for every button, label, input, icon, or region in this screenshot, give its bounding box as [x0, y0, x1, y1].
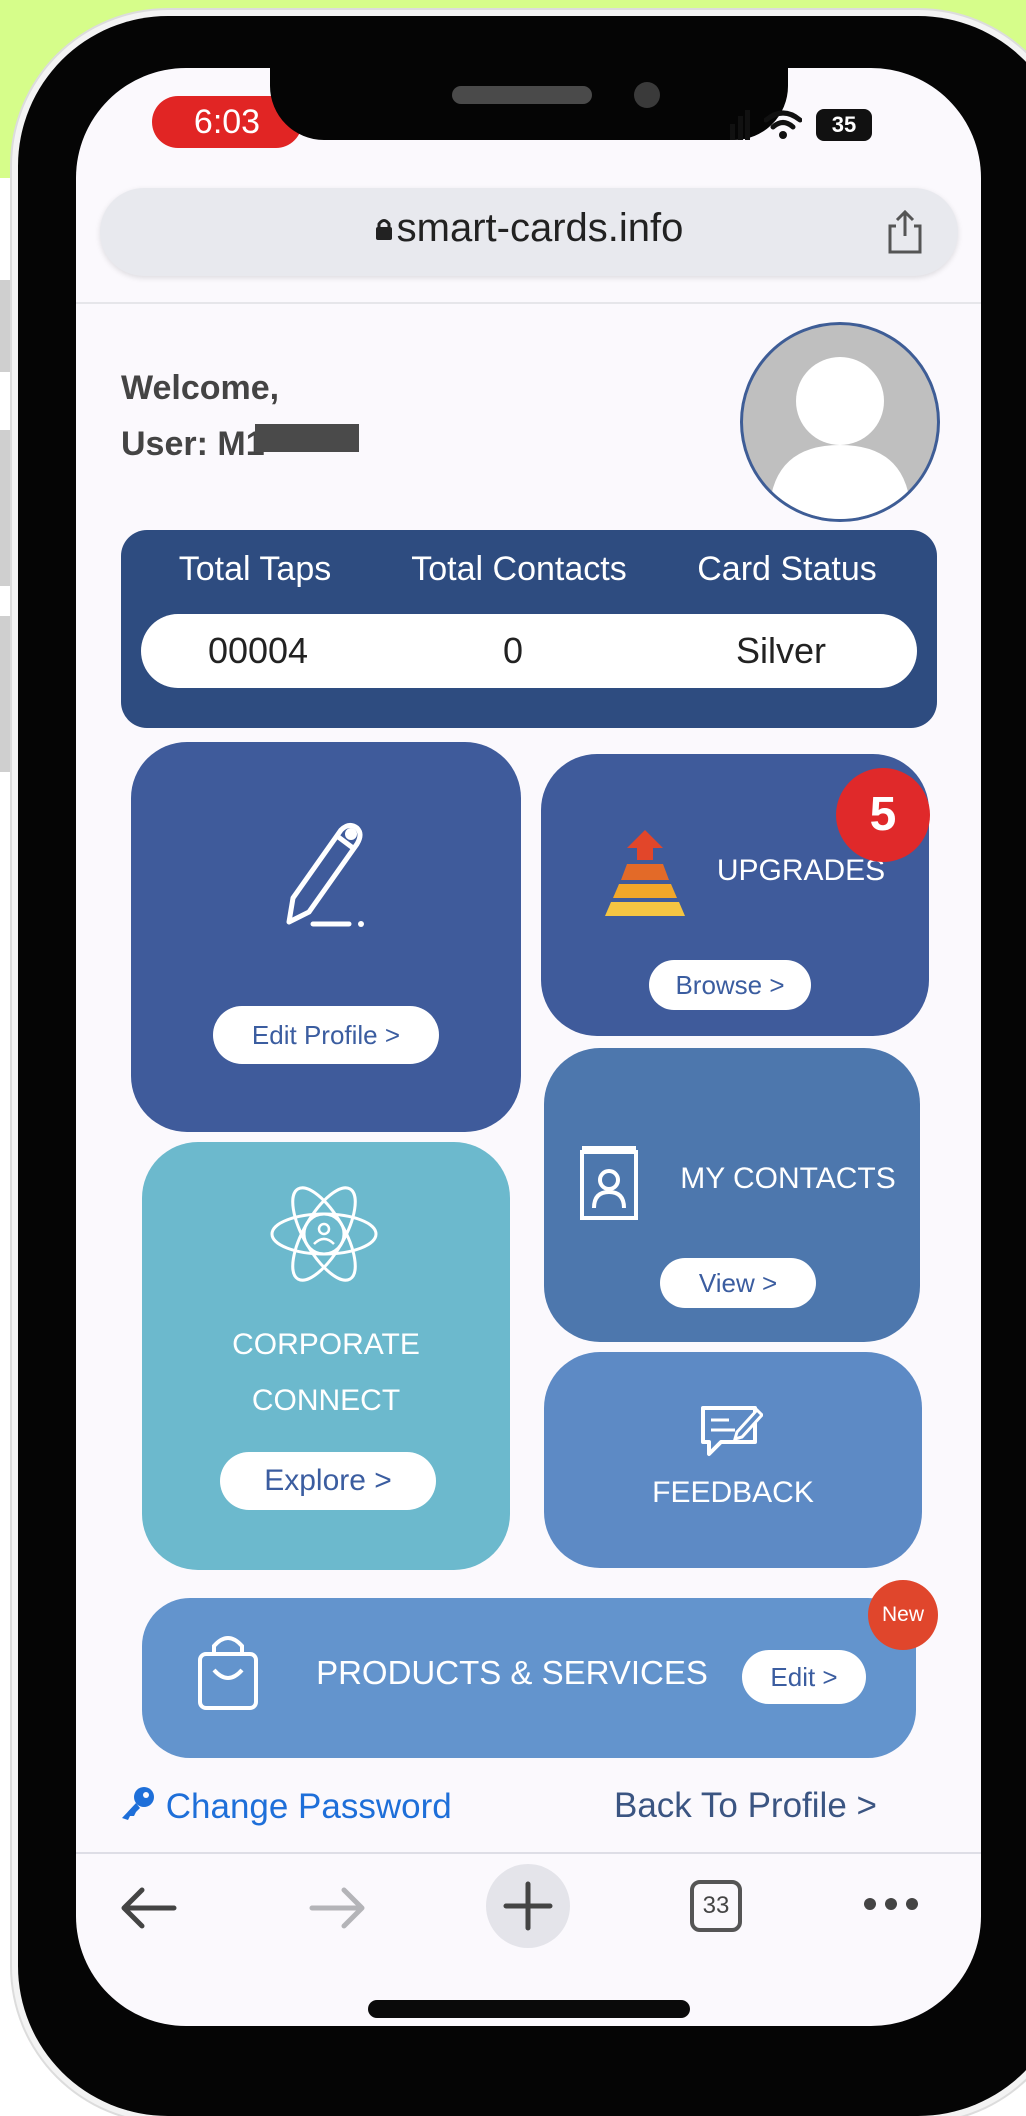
new-badge: New [868, 1580, 938, 1650]
plus-icon [503, 1881, 553, 1931]
wifi-icon [764, 110, 802, 139]
tabs-button[interactable]: 33 [690, 1880, 742, 1932]
url-text: smart-cards.info [396, 206, 684, 250]
more-options-icon[interactable] [862, 1896, 920, 1912]
phone-side-button [0, 616, 14, 772]
total-contacts-value: 0 [502, 630, 524, 671]
view-contacts-button[interactable]: View > [660, 1258, 816, 1308]
total-taps-value: 00004 [207, 630, 309, 671]
stats-panel: Total Taps Total Contacts Card Status 00… [121, 530, 937, 728]
speaker [452, 86, 592, 104]
contact-book-icon [580, 1146, 638, 1220]
redacted-username [255, 424, 359, 452]
forward-arrow-icon[interactable] [308, 1884, 368, 1932]
back-to-profile-link[interactable]: Back To Profile > [614, 1786, 877, 1826]
welcome-greeting: Welcome, [121, 369, 280, 407]
user-silhouette-icon [769, 357, 911, 519]
phone-side-button [0, 280, 14, 372]
new-tab-button[interactable] [486, 1864, 570, 1948]
stat-header: Card Status [697, 550, 877, 588]
change-password-label: Change Password [165, 1787, 452, 1826]
my-contacts-title: MY CONTACTS [680, 1162, 896, 1195]
stats-values: 00004 0 Silver [141, 614, 917, 688]
address-bar[interactable]: smart-cards.info [100, 188, 958, 276]
my-contacts-tile[interactable]: MY CONTACTS View > [544, 1048, 920, 1342]
url-display[interactable]: smart-cards.info [100, 206, 958, 251]
card-status-value: Silver [735, 630, 827, 671]
phone-side-button [0, 430, 14, 586]
feedback-chat-icon [701, 1406, 763, 1456]
feedback-title: FEEDBACK [652, 1476, 814, 1509]
stat-header: Total Taps [178, 550, 332, 588]
shopping-bag-icon [198, 1636, 258, 1710]
divider [76, 302, 981, 304]
home-indicator [368, 2000, 690, 2018]
notch [270, 52, 788, 140]
signal-icon [730, 110, 750, 140]
avatar[interactable] [740, 322, 940, 522]
welcome-text: Welcome, User: M1 [121, 360, 279, 472]
key-icon [122, 1787, 154, 1820]
battery-icon: 35 [816, 109, 872, 141]
corporate-title-line2: CONNECT [251, 1384, 401, 1417]
products-edit-button[interactable]: Edit > [742, 1650, 866, 1704]
share-icon[interactable] [886, 210, 924, 254]
browse-button[interactable]: Browse > [649, 960, 811, 1010]
feedback-tile[interactable]: FEEDBACK [544, 1352, 922, 1568]
explore-button[interactable]: Explore > [220, 1452, 436, 1510]
corporate-title-line1: CORPORATE [232, 1328, 420, 1361]
upgrades-title: UPGRADES [716, 854, 886, 887]
lock-icon [375, 219, 392, 240]
products-title: PRODUCTS & SERVICES [316, 1654, 708, 1691]
edit-profile-button[interactable]: Edit Profile > [213, 1006, 439, 1064]
status-icons: 35 [730, 102, 872, 148]
corporate-connect-tile[interactable]: CORPORATE CONNECT Explore > [142, 1142, 510, 1570]
upgrade-pyramid-icon [605, 830, 685, 916]
camera [634, 82, 660, 108]
back-arrow-icon[interactable] [118, 1884, 178, 1932]
change-password-link[interactable]: Change Password [118, 1786, 452, 1827]
pencil-icon [286, 822, 364, 927]
toolbar-divider [76, 1852, 981, 1854]
stat-header: Total Contacts [411, 550, 627, 588]
atom-user-icon [270, 1186, 378, 1282]
products-services-tile[interactable]: PRODUCTS & SERVICES Edit > [142, 1598, 916, 1758]
upgrades-count-badge: 5 [836, 768, 930, 862]
edit-profile-tile[interactable]: Edit Profile > [131, 742, 521, 1132]
